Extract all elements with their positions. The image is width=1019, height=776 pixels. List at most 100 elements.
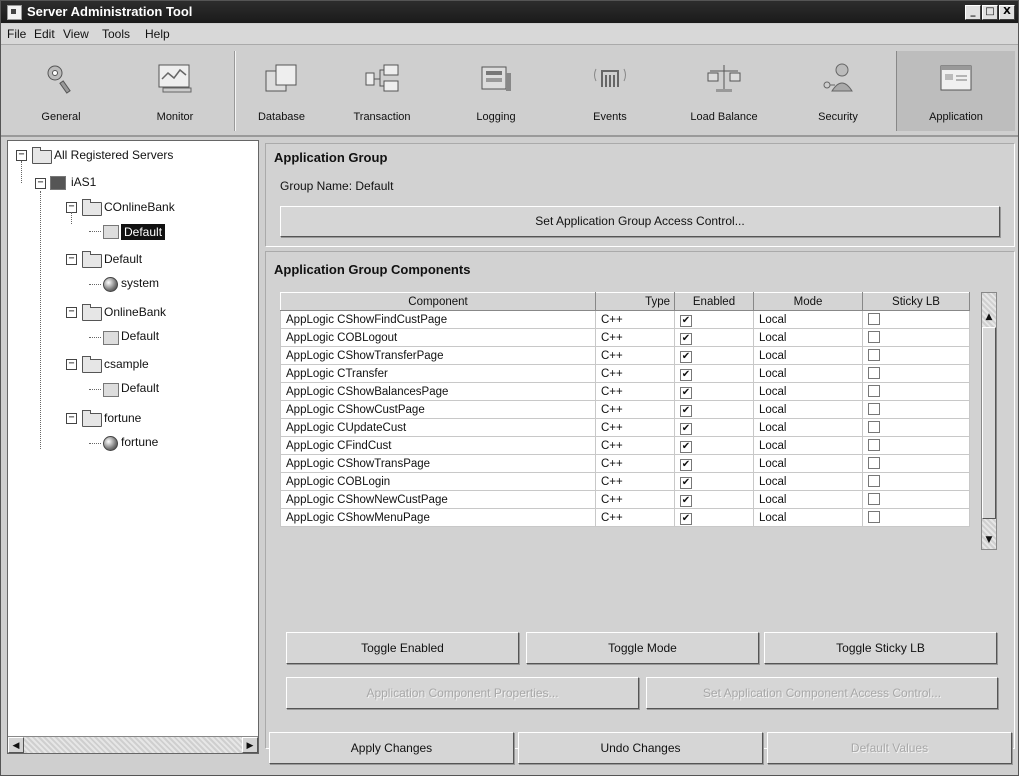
sticky-lb-checkbox[interactable] bbox=[868, 367, 880, 379]
tree-item-default[interactable]: Default bbox=[121, 329, 159, 343]
table-row[interactable]: AppLogic CShowTransferPage C++ ✔ Local bbox=[280, 346, 970, 365]
enabled-checkbox[interactable]: ✔ bbox=[680, 315, 692, 327]
toolbar-logging-button[interactable]: Logging bbox=[440, 51, 552, 131]
mode-cell[interactable]: Local bbox=[753, 328, 863, 347]
enabled-checkbox[interactable]: ✔ bbox=[680, 513, 692, 525]
minimize-button[interactable]: _ bbox=[965, 5, 981, 20]
toggle-sticky-lb-button[interactable]: Toggle Sticky LB bbox=[764, 632, 997, 664]
table-row[interactable]: AppLogic COBLogin C++ ✔ Local bbox=[280, 472, 970, 491]
table-row[interactable]: AppLogic CShowMenuPage C++ ✔ Local bbox=[280, 508, 970, 527]
collapse-toggle[interactable]: − bbox=[66, 254, 77, 265]
sticky-lb-checkbox[interactable] bbox=[868, 349, 880, 361]
scroll-thumb[interactable] bbox=[982, 327, 996, 519]
toggle-enabled-button[interactable]: Toggle Enabled bbox=[286, 632, 519, 664]
tree-item-fortune[interactable]: fortune bbox=[121, 435, 158, 449]
sticky-lb-checkbox[interactable] bbox=[868, 403, 880, 415]
mode-cell[interactable]: Local bbox=[753, 454, 863, 473]
menu-edit[interactable]: Edit bbox=[34, 27, 55, 41]
collapse-toggle[interactable]: − bbox=[66, 359, 77, 370]
collapse-toggle[interactable]: − bbox=[16, 150, 27, 161]
menu-file[interactable]: File bbox=[7, 27, 26, 41]
set-component-access-control-button[interactable]: Set Application Component Access Control… bbox=[646, 677, 998, 709]
mode-cell[interactable]: Local bbox=[753, 382, 863, 401]
sticky-lb-checkbox[interactable] bbox=[868, 439, 880, 451]
toolbar-load-balance-button[interactable]: Load Balance bbox=[668, 51, 780, 131]
enabled-checkbox[interactable]: ✔ bbox=[680, 495, 692, 507]
table-row[interactable]: AppLogic CShowFindCustPage C++ ✔ Local bbox=[280, 310, 970, 329]
column-component[interactable]: Component bbox=[280, 292, 596, 311]
collapse-toggle[interactable]: − bbox=[66, 307, 77, 318]
sticky-lb-checkbox[interactable] bbox=[868, 385, 880, 397]
mode-cell[interactable]: Local bbox=[753, 508, 863, 527]
sticky-lb-checkbox[interactable] bbox=[868, 493, 880, 505]
mode-cell[interactable]: Local bbox=[753, 364, 863, 383]
enabled-checkbox[interactable]: ✔ bbox=[680, 333, 692, 345]
toolbar-transaction-button[interactable]: Transaction bbox=[326, 51, 438, 131]
table-row[interactable]: AppLogic CShowNewCustPage C++ ✔ Local bbox=[280, 490, 970, 509]
sticky-lb-checkbox[interactable] bbox=[868, 421, 880, 433]
mode-cell[interactable]: Local bbox=[753, 346, 863, 365]
toolbar-database-button[interactable]: Database bbox=[239, 51, 324, 131]
enabled-checkbox[interactable]: ✔ bbox=[680, 459, 692, 471]
tree-group-fortune[interactable]: fortune bbox=[104, 411, 141, 425]
toolbar-application-button[interactable]: Application bbox=[896, 51, 1015, 131]
tree-server-label[interactable]: iAS1 bbox=[71, 175, 96, 189]
apply-changes-button[interactable]: Apply Changes bbox=[269, 732, 514, 764]
enabled-checkbox[interactable]: ✔ bbox=[680, 369, 692, 381]
mode-cell[interactable]: Local bbox=[753, 418, 863, 437]
collapse-toggle[interactable]: − bbox=[35, 178, 46, 189]
mode-cell[interactable]: Local bbox=[753, 400, 863, 419]
tree-horizontal-scrollbar[interactable]: ◀ ▶ bbox=[8, 736, 258, 753]
mode-cell[interactable]: Local bbox=[753, 472, 863, 491]
table-row[interactable]: AppLogic CShowCustPage C++ ✔ Local bbox=[280, 400, 970, 419]
toolbar-events-button[interactable]: Events bbox=[554, 51, 666, 131]
mode-cell[interactable]: Local bbox=[753, 436, 863, 455]
scroll-down-icon[interactable]: ▼ bbox=[982, 533, 996, 549]
scroll-left-icon[interactable]: ◀ bbox=[8, 737, 24, 753]
enabled-checkbox[interactable]: ✔ bbox=[680, 441, 692, 453]
table-row[interactable]: AppLogic CShowTransPage C++ ✔ Local bbox=[280, 454, 970, 473]
tree-root-label[interactable]: All Registered Servers bbox=[54, 148, 173, 162]
toggle-mode-button[interactable]: Toggle Mode bbox=[526, 632, 759, 664]
tree-group-default[interactable]: Default bbox=[104, 252, 142, 266]
sticky-lb-checkbox[interactable] bbox=[868, 457, 880, 469]
table-row[interactable]: AppLogic CUpdateCust C++ ✔ Local bbox=[280, 418, 970, 437]
mode-cell[interactable]: Local bbox=[753, 310, 863, 329]
title-bar[interactable]: Server Administration Tool _ □ X bbox=[1, 1, 1018, 23]
tree-group-onlinebank[interactable]: OnlineBank bbox=[104, 305, 166, 319]
server-tree[interactable]: − All Registered Servers − iAS1 − COnlin… bbox=[7, 140, 259, 754]
column-enabled[interactable]: Enabled bbox=[674, 292, 754, 311]
tree-item-default-selected[interactable]: Default bbox=[121, 224, 166, 240]
toolbar-security-button[interactable]: Security bbox=[782, 51, 894, 131]
component-properties-button[interactable]: Application Component Properties... bbox=[286, 677, 639, 709]
column-type[interactable]: Type bbox=[595, 292, 675, 311]
default-values-button[interactable]: Default Values bbox=[767, 732, 1012, 764]
table-row[interactable]: AppLogic CTransfer C++ ✔ Local bbox=[280, 364, 970, 383]
menu-help[interactable]: Help bbox=[145, 27, 170, 41]
sticky-lb-checkbox[interactable] bbox=[868, 331, 880, 343]
enabled-checkbox[interactable]: ✔ bbox=[680, 387, 692, 399]
enabled-checkbox[interactable]: ✔ bbox=[680, 351, 692, 363]
maximize-button[interactable]: □ bbox=[982, 5, 998, 20]
table-row[interactable]: AppLogic CFindCust C++ ✔ Local bbox=[280, 436, 970, 455]
enabled-checkbox[interactable]: ✔ bbox=[680, 423, 692, 435]
sticky-lb-checkbox[interactable] bbox=[868, 511, 880, 523]
scroll-up-icon[interactable]: ▲ bbox=[982, 310, 996, 326]
mode-cell[interactable]: Local bbox=[753, 490, 863, 509]
enabled-checkbox[interactable]: ✔ bbox=[680, 477, 692, 489]
enabled-checkbox[interactable]: ✔ bbox=[680, 405, 692, 417]
collapse-toggle[interactable]: − bbox=[66, 413, 77, 424]
menu-tools[interactable]: Tools bbox=[102, 27, 130, 41]
column-mode[interactable]: Mode bbox=[753, 292, 863, 311]
tree-group-conlinebank[interactable]: COnlineBank bbox=[104, 200, 175, 214]
tree-group-csample[interactable]: csample bbox=[104, 357, 149, 371]
undo-changes-button[interactable]: Undo Changes bbox=[518, 732, 763, 764]
menu-view[interactable]: View bbox=[63, 27, 89, 41]
table-row[interactable]: AppLogic COBLogout C++ ✔ Local bbox=[280, 328, 970, 347]
components-table[interactable]: Component Type Enabled Mode Sticky LB Ap… bbox=[280, 292, 970, 527]
tree-item-default[interactable]: Default bbox=[121, 381, 159, 395]
column-sticky-lb[interactable]: Sticky LB bbox=[862, 292, 970, 311]
sticky-lb-checkbox[interactable] bbox=[868, 475, 880, 487]
toolbar-monitor-button[interactable]: Monitor bbox=[119, 51, 231, 131]
tree-item-system[interactable]: system bbox=[121, 276, 159, 290]
